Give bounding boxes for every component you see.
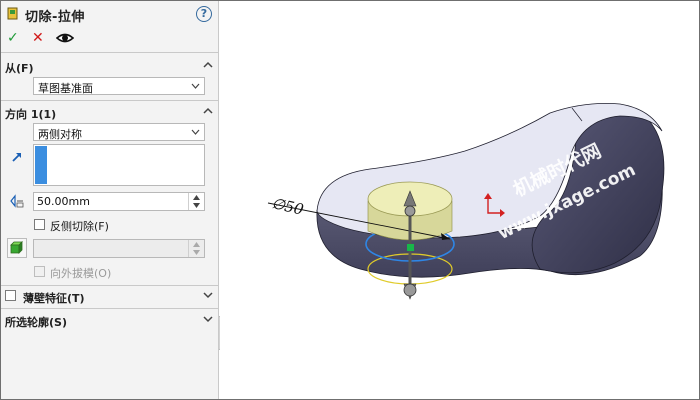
draft-outward-option[interactable]: 向外拔模(O) <box>34 264 204 280</box>
divider <box>1 308 219 309</box>
thin-feature-section-header[interactable]: 薄壁特征(T) <box>1 288 219 306</box>
depth-value: 50.00mm <box>37 195 90 208</box>
flip-side-checkbox[interactable] <box>34 219 45 230</box>
chevron-down-icon <box>191 129 200 135</box>
direction1-section-header[interactable]: 方向 1(1) <box>1 104 219 122</box>
chevron-down-icon[interactable] <box>203 314 213 324</box>
draft-toggle-button[interactable] <box>7 238 27 258</box>
cancel-button[interactable]: ✕ <box>32 30 44 46</box>
direction-reference-list[interactable] <box>33 144 205 186</box>
flip-side-label: 反侧切除(F) <box>50 220 109 233</box>
spin-up-icon[interactable] <box>193 242 200 247</box>
divider <box>1 52 219 53</box>
spin-up-icon[interactable] <box>193 195 200 200</box>
thin-feature-checkbox[interactable] <box>5 290 16 301</box>
end-condition-value: 两侧对称 <box>38 128 82 141</box>
divider <box>1 285 219 286</box>
draft-outward-label: 向外拔模(O) <box>50 267 112 280</box>
help-button[interactable]: ? <box>196 6 212 22</box>
list-selection-highlight <box>35 146 47 184</box>
flip-side-to-cut-option[interactable]: 反侧切除(F) <box>34 217 204 233</box>
from-section-header[interactable]: 从(F) <box>1 58 219 76</box>
direction-arrow-icon <box>12 153 21 162</box>
graphics-area[interactable]: ∅50 机械时代网 www.jxage.com <box>220 1 699 399</box>
action-bar: ✓ ✕ <box>1 29 219 49</box>
end-condition-select[interactable]: 两侧对称 <box>33 123 205 141</box>
spin-down-icon[interactable] <box>193 203 200 208</box>
from-condition-select[interactable]: 草图基准面 <box>33 77 205 95</box>
selected-contours-label: 所选轮廓(S) <box>5 316 67 329</box>
draft-outward-checkbox[interactable] <box>34 266 45 277</box>
cut-extrude-icon <box>7 7 18 20</box>
drag-handle-top-knob[interactable] <box>404 205 416 217</box>
from-condition-value: 草图基准面 <box>38 82 93 95</box>
panel-title-bar: 切除-拉伸 ? <box>1 1 219 27</box>
selected-contours-section-header[interactable]: 所选轮廓(S) <box>1 312 219 330</box>
preview-eye-icon[interactable] <box>56 30 74 46</box>
chevron-down-icon <box>191 83 200 89</box>
draft-angle-spinner[interactable] <box>188 240 204 257</box>
sketch-origin-marker <box>407 244 414 251</box>
direction1-section-label: 方向 1(1) <box>5 108 57 121</box>
depth-input[interactable]: 50.00mm <box>33 192 205 211</box>
thin-feature-label: 薄壁特征(T) <box>23 292 85 305</box>
depth-spinner[interactable] <box>188 193 204 210</box>
draft-icon <box>10 241 23 254</box>
from-section-label: 从(F) <box>5 62 34 75</box>
chevron-down-icon[interactable] <box>203 290 213 300</box>
depth-dimension-icon <box>10 194 24 208</box>
panel-title: 切除-拉伸 <box>25 10 85 25</box>
spin-down-icon[interactable] <box>193 250 200 255</box>
divider <box>1 100 219 101</box>
draft-angle-input[interactable] <box>33 239 205 258</box>
chevron-up-icon[interactable] <box>203 60 213 70</box>
ok-button[interactable]: ✓ <box>7 30 19 46</box>
drag-handle-bottom-knob[interactable] <box>403 283 417 297</box>
property-manager-panel: 切除-拉伸 ? ✓ ✕ 从(F) 草图基准面 方向 1(1) 两侧对称 50.0… <box>1 1 219 399</box>
chevron-up-icon[interactable] <box>203 106 213 116</box>
